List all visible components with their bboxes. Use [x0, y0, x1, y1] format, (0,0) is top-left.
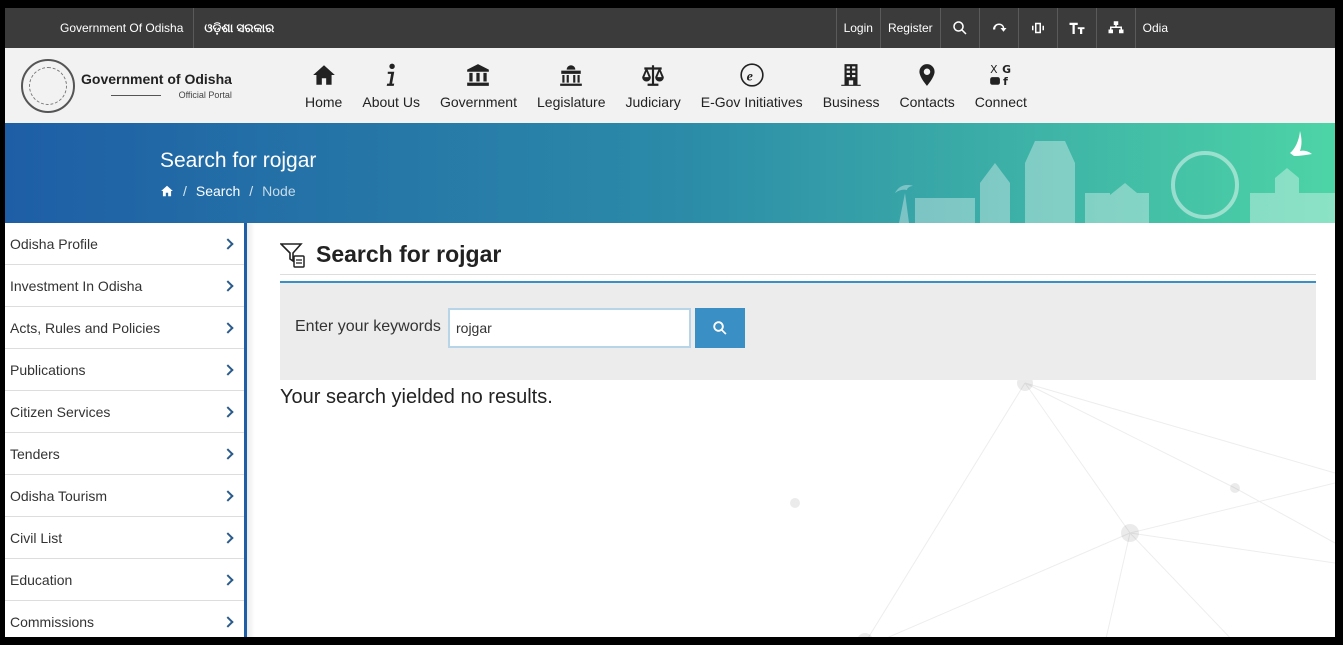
register-link[interactable]: Register — [879, 8, 940, 48]
odisha-skyline-illustration — [895, 131, 1335, 223]
nav-legislature[interactable]: Legislature — [527, 62, 616, 110]
search-input[interactable] — [448, 308, 691, 348]
nav-label: Judiciary — [625, 93, 681, 110]
legislature-building-icon — [560, 64, 583, 86]
nav-label: About Us — [362, 93, 420, 110]
network-background-graphic — [790, 375, 1335, 637]
sidebar-item-tenders[interactable]: Tenders — [5, 433, 244, 475]
nav-label: Home — [305, 93, 343, 110]
sidebar-item-commissions[interactable]: Commissions — [5, 601, 244, 637]
nav-business[interactable]: Business — [813, 62, 890, 110]
sidebar-item-label: Education — [10, 571, 73, 588]
search-icon[interactable] — [939, 8, 979, 48]
sidebar-item-label: Odisha Tourism — [10, 487, 108, 504]
banner-title: Search for rojgar — [160, 149, 317, 172]
breadcrumb-search[interactable]: Search — [196, 183, 240, 199]
logo-subtitle: Official Portal — [81, 90, 232, 100]
main-nav: Home About Us Government Legislature Jud… — [295, 62, 1037, 110]
main-content: Search for rojgar Enter your keywords Yo… — [247, 223, 1335, 637]
scales-icon — [642, 64, 664, 86]
nav-about-us[interactable]: About Us — [352, 62, 430, 110]
nav-contacts[interactable]: Contacts — [890, 62, 965, 110]
chevron-right-icon — [222, 279, 234, 292]
chevron-right-icon — [222, 573, 234, 586]
svg-text:X: X — [990, 62, 998, 75]
sidebar-menu: Odisha Profile Investment In Odisha Acts… — [5, 223, 247, 637]
government-building-icon — [467, 63, 490, 86]
search-icon — [713, 321, 727, 335]
chevron-right-icon — [222, 615, 234, 628]
nav-label: Contacts — [899, 93, 955, 110]
breadcrumb-home-icon[interactable] — [160, 184, 174, 198]
sidebar-item-civil-list[interactable]: Civil List — [5, 517, 244, 559]
sidebar-item-citizen-services[interactable]: Citizen Services — [5, 391, 244, 433]
sidebar-item-label: Commissions — [10, 613, 95, 630]
vibration-icon[interactable] — [1017, 8, 1057, 48]
page-heading: Search for rojgar — [280, 241, 501, 268]
text-size-icon[interactable] — [1056, 8, 1096, 48]
browser-page: Government Of Odisha ଓଡ଼ିଶା ସରକାର Login … — [5, 8, 1335, 637]
sitemap-icon[interactable] — [1095, 8, 1135, 48]
sidebar-item-label: Publications — [10, 361, 86, 378]
sidebar-item-label: Acts, Rules and Policies — [10, 319, 161, 336]
nav-connect[interactable]: XGf Connect — [965, 62, 1037, 110]
nav-egov-initiatives[interactable]: e E-Gov Initiatives — [691, 62, 813, 110]
sidebar-item-label: Citizen Services — [10, 403, 111, 420]
sidebar-item-publications[interactable]: Publications — [5, 349, 244, 391]
gov-odisha-link[interactable]: Government Of Odisha — [60, 8, 195, 48]
odia-gov-link[interactable]: ଓଡ଼ିଶା ସରକାର — [194, 8, 274, 48]
chevron-right-icon — [222, 447, 234, 460]
breadcrumb-node: Node — [262, 183, 296, 199]
svg-text:f: f — [1003, 74, 1008, 87]
logo-title: Government of Odisha — [81, 71, 232, 87]
page-title: Search for rojgar — [316, 241, 502, 267]
home-icon — [312, 64, 335, 85]
sidebar-item-label: Tenders — [10, 445, 60, 462]
nav-government[interactable]: Government — [430, 62, 527, 110]
social-icon: X Gf — [989, 62, 1011, 87]
office-building-icon — [841, 63, 861, 86]
sidebar-item-odisha-profile[interactable]: Odisha Profile — [5, 223, 244, 265]
chevron-right-icon — [222, 321, 234, 334]
nav-label: Connect — [974, 93, 1027, 110]
page-banner: Search for rojgar / Search / Node — [5, 123, 1335, 223]
screen-reader-icon[interactable] — [978, 8, 1018, 48]
search-label: Enter your keywords — [295, 318, 441, 335]
chevron-right-icon — [222, 237, 234, 250]
chevron-right-icon — [222, 489, 234, 502]
sidebar-item-investment[interactable]: Investment In Odisha — [5, 265, 244, 307]
nav-label: Business — [822, 93, 880, 110]
nav-label: Government — [439, 93, 517, 110]
odisha-emblem — [21, 58, 75, 113]
chevron-right-icon — [222, 405, 234, 418]
no-results-message: Your search yielded no results. — [280, 386, 553, 408]
nav-label: E-Gov Initiatives — [700, 93, 803, 110]
location-pin-icon — [919, 63, 935, 86]
sidebar-item-acts-rules[interactable]: Acts, Rules and Policies — [5, 307, 244, 349]
sidebar-item-label: Investment In Odisha — [10, 277, 143, 294]
search-submit-button[interactable] — [695, 308, 745, 348]
search-filter-icon — [280, 242, 305, 268]
sidebar-item-label: Odisha Profile — [10, 235, 98, 252]
login-link[interactable]: Login — [835, 8, 880, 48]
site-logo[interactable]: Government of Odisha Official Portal — [21, 58, 281, 113]
sidebar-item-odisha-tourism[interactable]: Odisha Tourism — [5, 475, 244, 517]
sidebar-item-education[interactable]: Education — [5, 559, 244, 601]
nav-judiciary[interactable]: Judiciary — [616, 62, 691, 110]
search-form: Enter your keywords — [280, 281, 1316, 380]
site-header: Government of Odisha Official Portal Hom… — [5, 48, 1335, 123]
egov-icon: e — [740, 62, 764, 87]
top-utility-bar: Government Of Odisha ଓଡ଼ିଶା ସରକାର Login … — [5, 8, 1335, 48]
nav-home[interactable]: Home — [295, 62, 352, 110]
chevron-right-icon — [222, 531, 234, 544]
heading-divider — [280, 274, 1316, 275]
svg-text:e: e — [746, 68, 752, 84]
info-icon — [386, 63, 395, 86]
sidebar-item-label: Civil List — [10, 529, 63, 546]
breadcrumb: / Search / Node — [160, 183, 296, 199]
language-odia-link[interactable]: Odia — [1134, 8, 1175, 48]
chevron-right-icon — [222, 363, 234, 376]
nav-label: Legislature — [537, 93, 606, 110]
